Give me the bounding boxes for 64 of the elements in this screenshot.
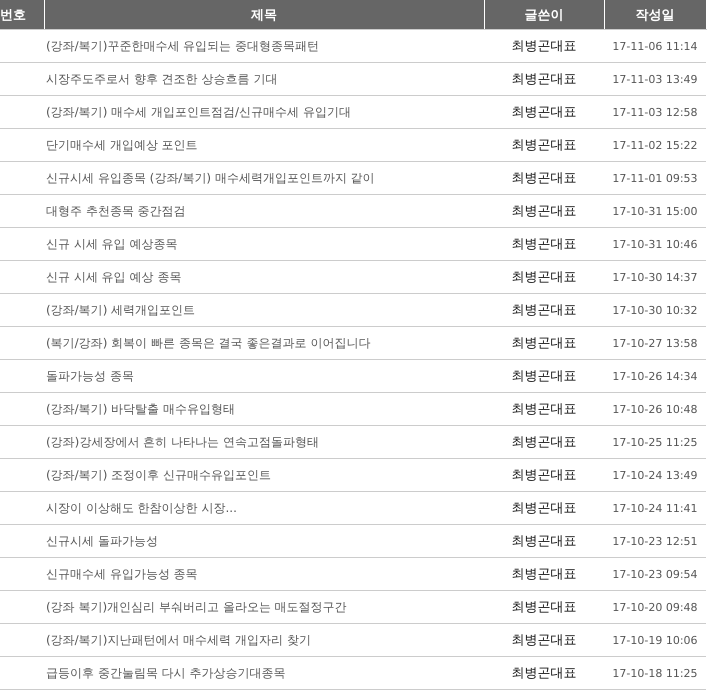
date-cell: 17-11-01 09:53 <box>604 162 706 194</box>
date-cell: 17-10-27 13:58 <box>604 326 706 360</box>
author-cell: 최병곤대표 <box>484 426 604 458</box>
post-title-link[interactable]: 급등이후 중간눌림목 다시 추가상승기대종목 <box>46 666 286 680</box>
author-cell: 최병곤대표 <box>484 392 604 426</box>
author-cell: 최병곤대표 <box>484 294 604 326</box>
post-title-link[interactable]: 신규시세 돌파가능성 <box>46 534 158 548</box>
author-cell: 최병곤대표 <box>484 30 604 62</box>
author-cell: 최병곤대표 <box>484 162 604 194</box>
post-title-link[interactable]: (강좌 복기)개인심리 부숴버리고 올라오는 매도절정구간 <box>46 600 347 614</box>
author-cell: 최병곤대표 <box>484 624 604 656</box>
post-title-link[interactable]: 시장이 이상해도 한참이상한 시장... <box>46 500 237 514</box>
post-title-link[interactable]: 신규시세 유입종목 (강좌/복기) 매수세력개입포인트까지 같이 <box>46 170 375 184</box>
author-cell: 최병곤대표 <box>484 590 604 624</box>
date-cell: 17-10-24 13:49 <box>604 458 706 492</box>
date-cell: 17-11-06 11:14 <box>604 30 706 62</box>
post-title-link[interactable]: 신규매수세 유입가능성 종목 <box>46 566 198 580</box>
date-cell: 17-11-03 13:49 <box>604 62 706 96</box>
date-cell: 17-10-19 10:06 <box>604 624 706 656</box>
date-cell: 17-10-23 09:54 <box>604 558 706 590</box>
author-cell: 최병곤대표 <box>484 558 604 590</box>
date-cell: 17-10-18 11:25 <box>604 656 706 690</box>
column-header: 작성일 <box>604 0 706 30</box>
column-header: 글쓴이 <box>484 0 604 30</box>
date-cell: 17-10-20 09:48 <box>604 590 706 624</box>
author-cell: 최병곤대표 <box>484 260 604 294</box>
post-title-link[interactable]: (강좌/복기)지난패턴에서 매수세력 개입자리 찾기 <box>46 632 311 646</box>
date-cell: 17-10-25 11:25 <box>604 426 706 458</box>
post-title-link[interactable]: 시장주도주로서 향후 견조한 상승흐름 기대 <box>46 72 278 86</box>
author-cell: 최병곤대표 <box>484 524 604 558</box>
post-title-link[interactable]: 대형주 추천종목 중간점검 <box>46 204 186 218</box>
date-cell: 17-10-30 10:32 <box>604 294 706 326</box>
author-cell: 최병곤대표 <box>484 128 604 162</box>
author-cell: 최병곤대표 <box>484 62 604 96</box>
author-cell: 최병곤대표 <box>484 360 604 392</box>
column-header: 제목 <box>44 0 484 30</box>
author-cell: 최병곤대표 <box>484 326 604 360</box>
post-title-link[interactable]: (강좌/복기)꾸준한매수세 유입되는 중대형종목패턴 <box>46 38 320 52</box>
post-title-link[interactable]: (강좌/복기) 바닥탈출 매수유입형태 <box>46 402 236 416</box>
author-cell: 최병곤대표 <box>484 96 604 128</box>
date-cell: 17-10-31 10:46 <box>604 228 706 260</box>
column-header: 번호 <box>0 0 44 30</box>
date-cell: 17-10-24 11:41 <box>604 492 706 524</box>
date-cell: 17-10-26 14:34 <box>604 360 706 392</box>
date-cell: 17-11-02 15:22 <box>604 128 706 162</box>
post-title-link[interactable]: 신규 시세 유입 예상 종목 <box>46 270 182 284</box>
author-cell: 최병곤대표 <box>484 228 604 260</box>
post-title-link[interactable]: (강좌/복기) 세력개입포인트 <box>46 302 196 316</box>
date-cell: 17-10-26 10:48 <box>604 392 706 426</box>
post-title-link[interactable]: (강좌)강세장에서 흔히 나타나는 연속고점돌파형태 <box>46 434 319 448</box>
date-cell: 17-10-30 14:37 <box>604 260 706 294</box>
author-cell: 최병곤대표 <box>484 458 604 492</box>
author-cell: 최병곤대표 <box>484 194 604 228</box>
post-title-link[interactable]: 신규 시세 유입 예상종목 <box>46 236 178 250</box>
author-cell: 최병곤대표 <box>484 656 604 690</box>
post-title-link[interactable]: (복기/강좌) 회복이 빠른 종목은 결국 좋은결과로 이어집니다 <box>46 336 370 350</box>
author-cell: 최병곤대표 <box>484 492 604 524</box>
post-title-link[interactable]: 단기매수세 개입예상 포인트 <box>46 138 198 152</box>
date-cell: 17-10-31 15:00 <box>604 194 706 228</box>
post-title-link[interactable]: 돌파가능성 종목 <box>46 368 134 382</box>
post-title-link[interactable]: (강좌/복기) 조정이후 신규매수유입포인트 <box>46 468 272 482</box>
post-title-link[interactable]: (강좌/복기) 매수세 개입포인트점검/신규매수세 유입기대 <box>46 104 351 118</box>
date-cell: 17-10-23 12:51 <box>604 524 706 558</box>
date-cell: 17-11-03 12:58 <box>604 96 706 128</box>
